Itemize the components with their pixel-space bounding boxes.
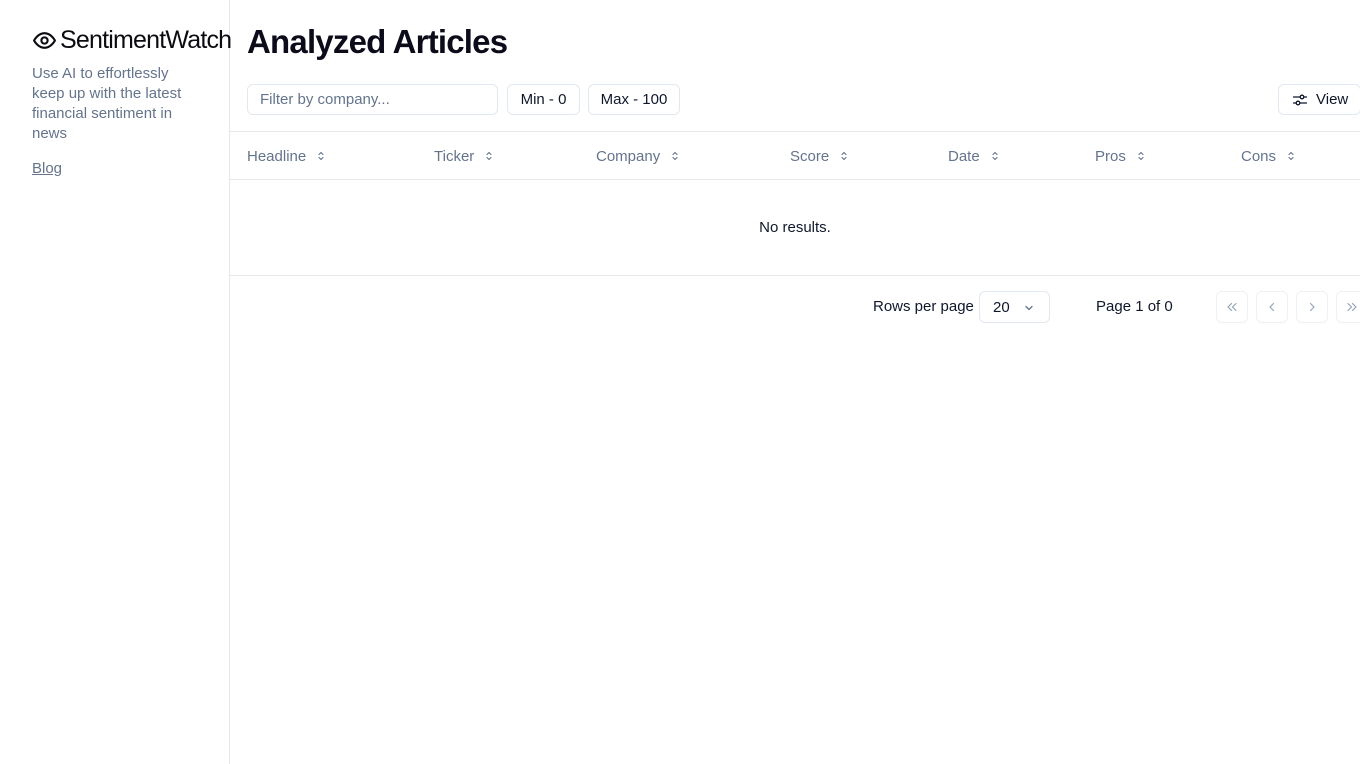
column-header-ticker[interactable]: Ticker bbox=[434, 132, 495, 180]
chevron-left-icon bbox=[1269, 302, 1275, 312]
min-score-button[interactable]: Min - 0 bbox=[507, 84, 580, 115]
company-filter-input[interactable] bbox=[247, 84, 498, 115]
sort-icon bbox=[1138, 151, 1144, 161]
table-header: Headline Ticker Company Score Date Pros … bbox=[230, 131, 1360, 180]
rows-per-page-label: Rows per page bbox=[873, 298, 974, 315]
blog-link[interactable]: Blog bbox=[32, 160, 62, 177]
next-page-button[interactable] bbox=[1296, 291, 1328, 323]
column-header-date[interactable]: Date bbox=[948, 132, 1001, 180]
brand-name: SentimentWatch bbox=[60, 26, 232, 54]
chevrons-left-icon bbox=[1227, 302, 1237, 312]
rows-per-page-value: 20 bbox=[993, 298, 1010, 316]
page-info: Page 1 of 0 bbox=[1096, 298, 1173, 315]
sort-icon bbox=[841, 151, 847, 161]
chevrons-right-icon bbox=[1347, 302, 1357, 312]
column-header-pros[interactable]: Pros bbox=[1095, 132, 1147, 180]
column-label: Ticker bbox=[434, 147, 475, 165]
max-score-button[interactable]: Max - 100 bbox=[588, 84, 680, 115]
column-label: Cons bbox=[1241, 147, 1277, 165]
view-button-label: View bbox=[1316, 91, 1349, 108]
column-label: Pros bbox=[1095, 147, 1126, 165]
chevron-right-icon bbox=[1309, 302, 1315, 312]
rows-per-page-select[interactable]: 20 bbox=[979, 291, 1050, 323]
sidebar: SentimentWatch Use AI to effortlessly ke… bbox=[0, 0, 232, 764]
column-label: Headline bbox=[247, 147, 307, 165]
sort-icon bbox=[672, 151, 678, 161]
eye-icon bbox=[33, 31, 56, 49]
column-label: Date bbox=[948, 147, 980, 165]
column-header-cons[interactable]: Cons bbox=[1241, 132, 1297, 180]
page-title: Analyzed Articles bbox=[247, 23, 508, 60]
chevron-down-icon bbox=[1025, 305, 1033, 311]
previous-page-button[interactable] bbox=[1256, 291, 1288, 323]
sliders-icon bbox=[1292, 94, 1308, 105]
sort-icon bbox=[318, 151, 324, 161]
column-header-score[interactable]: Score bbox=[790, 132, 850, 180]
column-header-company[interactable]: Company bbox=[596, 132, 681, 180]
sort-icon bbox=[1288, 151, 1294, 161]
last-page-button[interactable] bbox=[1336, 291, 1360, 323]
column-label: Company bbox=[596, 147, 661, 165]
column-header-headline[interactable]: Headline bbox=[247, 132, 327, 180]
empty-results-row: No results. bbox=[230, 180, 1360, 276]
column-label: Score bbox=[790, 147, 830, 165]
view-options-button[interactable]: View bbox=[1278, 84, 1360, 115]
sort-icon bbox=[486, 151, 492, 161]
tagline: Use AI to effortlessly keep up with the … bbox=[32, 65, 182, 142]
first-page-button[interactable] bbox=[1216, 291, 1248, 323]
sort-icon bbox=[992, 151, 998, 161]
brand-logo[interactable]: SentimentWatch bbox=[32, 26, 232, 54]
main-content: Analyzed Articles Min - 0 Max - 100 View… bbox=[230, 0, 1360, 764]
